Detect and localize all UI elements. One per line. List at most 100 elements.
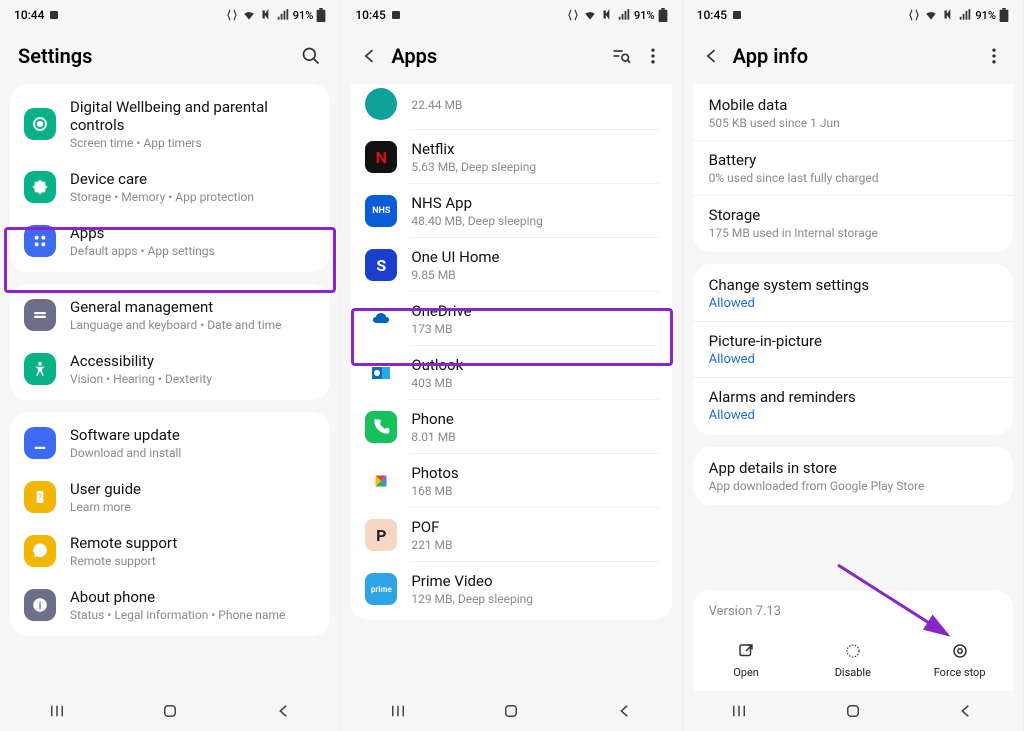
row-change-settings[interactable]: Change system settings Allowed	[693, 266, 1013, 321]
back-button[interactable]	[954, 699, 978, 723]
appinfo-header: App info	[683, 30, 1023, 84]
volte-icon	[941, 8, 955, 22]
settings-row-about[interactable]: i About phone Status • Legal information…	[10, 578, 330, 632]
app-sub: 5.63 MB, Deep sleeping	[411, 160, 657, 174]
row-title: Software update	[70, 426, 316, 444]
app-icon	[365, 88, 397, 120]
search-icon[interactable]	[300, 45, 322, 67]
row-pip[interactable]: Picture-in-picture Allowed	[693, 321, 1013, 377]
vibrate-icon	[566, 8, 580, 22]
recents-button[interactable]	[45, 699, 69, 723]
settings-header: Settings	[0, 30, 340, 84]
app-icon	[365, 411, 397, 443]
accessibility-icon	[24, 353, 56, 385]
settings-row-general[interactable]: General management Language and keyboard…	[10, 288, 330, 342]
disable-button[interactable]: Disable	[799, 641, 906, 679]
app-row[interactable]: SOne UI Home9.85 MB	[351, 238, 671, 292]
row-store[interactable]: App details in store App downloaded from…	[693, 449, 1013, 503]
row-sub: App downloaded from Google Play Store	[709, 479, 997, 493]
remote-icon	[24, 535, 56, 567]
settings-row-apps[interactable]: Apps Default apps • App settings	[10, 214, 330, 268]
recents-button[interactable]	[386, 699, 410, 723]
row-link: Allowed	[709, 352, 997, 367]
forcestop-icon	[950, 641, 970, 661]
settings-row-wellbeing[interactable]: Digital Wellbeing and parental controls …	[10, 88, 330, 160]
row-sub: 175 MB used in Internal storage	[709, 226, 997, 240]
notification-icon	[731, 9, 743, 21]
app-sub: 403 MB	[411, 376, 657, 390]
row-sub: 505 KB used since 1 Jun	[709, 116, 997, 130]
more-icon[interactable]	[642, 45, 664, 67]
app-row[interactable]: Outlook403 MB	[351, 346, 671, 400]
app-icon	[365, 465, 397, 497]
store-section: App details in store App downloaded from…	[693, 447, 1013, 505]
row-sub: Default apps • App settings	[70, 244, 316, 258]
back-icon[interactable]	[359, 45, 381, 67]
status-right: 91%	[566, 8, 668, 22]
back-icon[interactable]	[701, 45, 723, 67]
row-title: Digital Wellbeing and parental controls	[70, 98, 316, 134]
app-title: Photos	[411, 464, 657, 482]
action-label: Force stop	[934, 666, 986, 679]
open-icon	[736, 641, 756, 661]
row-title: User guide	[70, 480, 316, 498]
app-row[interactable]: OneDrive173 MB	[351, 292, 671, 346]
row-sub: Language and keyboard • Date and time	[70, 318, 316, 332]
app-title: Phone	[411, 410, 657, 428]
app-row[interactable]: primePrime Video129 MB, Deep sleeping	[351, 562, 671, 616]
app-row[interactable]: PPOF221 MB	[351, 508, 671, 562]
app-icon: N	[365, 141, 397, 173]
row-title: Change system settings	[709, 276, 997, 294]
row-link: Allowed	[709, 408, 997, 423]
home-button[interactable]	[841, 699, 865, 723]
row-title: Storage	[709, 206, 997, 224]
app-title: NHS App	[411, 194, 657, 212]
home-button[interactable]	[158, 699, 182, 723]
vibrate-icon	[907, 8, 921, 22]
row-sub: Learn more	[70, 500, 316, 514]
recents-button[interactable]	[727, 699, 751, 723]
row-mobile-data[interactable]: Mobile data 505 KB used since 1 Jun	[693, 86, 1013, 140]
appinfo-panel: 10:45 91% App info Mobile data 505 KB us…	[683, 0, 1024, 731]
battery-percent: 91%	[975, 9, 996, 22]
about-icon: i	[24, 589, 56, 621]
settings-row-guide[interactable]: ? User guide Learn more	[10, 470, 330, 524]
forcestop-button[interactable]: Force stop	[906, 641, 1013, 679]
row-sub: Status • Legal information • Phone name	[70, 608, 316, 622]
row-title: Device care	[70, 170, 316, 188]
row-title: Picture-in-picture	[709, 332, 997, 350]
row-title: Alarms and reminders	[709, 388, 997, 406]
row-link: Allowed	[709, 296, 997, 311]
settings-row-devicecare[interactable]: Device care Storage • Memory • App prote…	[10, 160, 330, 214]
settings-row-update[interactable]: Software update Download and install	[10, 416, 330, 470]
app-row[interactable]: Phone8.01 MB	[351, 400, 671, 454]
row-title: Battery	[709, 151, 997, 169]
row-title: About phone	[70, 588, 316, 606]
row-title: Apps	[70, 224, 316, 242]
row-sub: Screen time • App timers	[70, 136, 316, 150]
settings-row-accessibility[interactable]: Accessibility Vision • Hearing • Dexteri…	[10, 342, 330, 396]
row-title: App details in store	[709, 459, 997, 477]
app-row[interactable]: NHSNHS App48.40 MB, Deep sleeping	[351, 184, 671, 238]
home-button[interactable]	[499, 699, 523, 723]
app-row[interactable]: NNetflix5.63 MB, Deep sleeping	[351, 130, 671, 184]
battery-percent: 91%	[634, 9, 655, 22]
app-icon: NHS	[365, 195, 397, 227]
app-row[interactable]: Photos168 MB	[351, 454, 671, 508]
settings-row-remote[interactable]: Remote support Remote support	[10, 524, 330, 578]
nav-bar	[683, 691, 1023, 731]
version-section: Version 7.13 Open Disable Force stop	[693, 590, 1013, 691]
row-battery[interactable]: Battery 0% used since last fully charged	[693, 140, 1013, 195]
nav-bar	[341, 691, 681, 731]
notification-icon	[390, 9, 402, 21]
row-storage[interactable]: Storage 175 MB used in Internal storage	[693, 195, 1013, 250]
status-bar: 10:45 91%	[683, 0, 1023, 30]
battery-icon	[316, 8, 326, 22]
more-icon[interactable]	[983, 45, 1005, 67]
back-button[interactable]	[613, 699, 637, 723]
open-button[interactable]: Open	[693, 641, 800, 679]
app-row[interactable]: 22.44 MB	[351, 84, 671, 130]
filter-search-icon[interactable]	[610, 45, 632, 67]
row-alarms[interactable]: Alarms and reminders Allowed	[693, 377, 1013, 433]
back-button[interactable]	[272, 699, 296, 723]
